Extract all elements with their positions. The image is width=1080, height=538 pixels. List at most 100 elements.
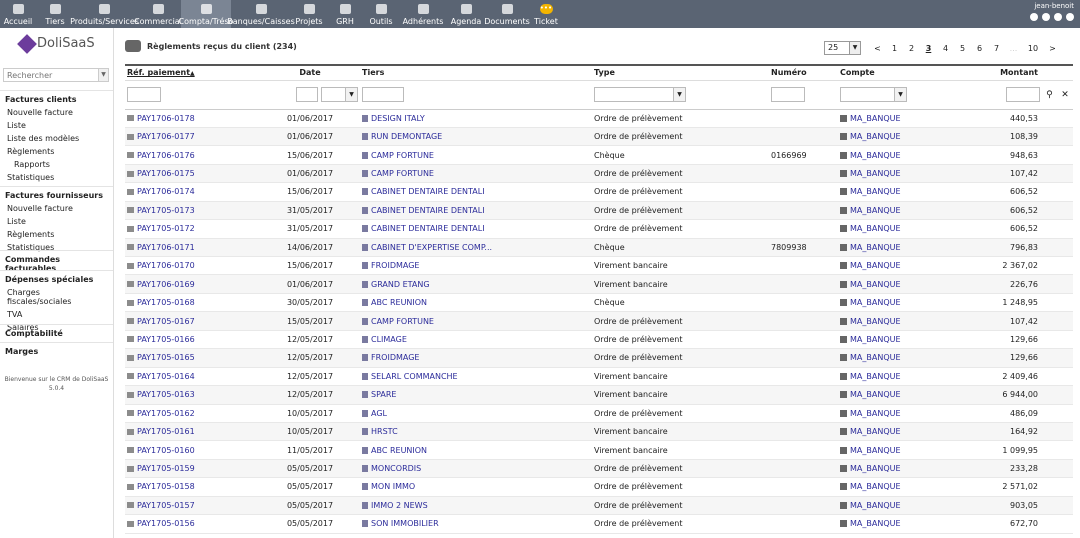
tiers-link[interactable]: SON IMMOBILIER: [362, 519, 439, 528]
tiers-link[interactable]: MONCORDIS: [362, 464, 421, 473]
username[interactable]: jean-benoit: [1030, 2, 1074, 10]
top-menu-accueil[interactable]: Accueil: [0, 0, 36, 28]
bank-account-link[interactable]: MA_BANQUE: [840, 114, 901, 123]
tiers-link[interactable]: DESIGN ITALY: [362, 114, 425, 123]
tiers-link[interactable]: RUN DEMONTAGE: [362, 132, 442, 141]
top-menu-adh-rents[interactable]: Adhérents: [399, 0, 447, 28]
tiers-link[interactable]: SPARE: [362, 390, 396, 399]
tiers-link[interactable]: CAMP FORTUNE: [362, 169, 434, 178]
bank-account-link[interactable]: MA_BANQUE: [840, 206, 901, 215]
bank-account-link[interactable]: MA_BANQUE: [840, 390, 901, 399]
payment-ref-link[interactable]: PAY1706-0170: [127, 261, 195, 270]
filter-montant-input[interactable]: [1005, 87, 1040, 102]
tiers-link[interactable]: FROIDMAGE: [362, 261, 419, 270]
menu-item[interactable]: Nouvelle facture: [0, 202, 113, 215]
bank-account-link[interactable]: MA_BANQUE: [840, 317, 901, 326]
column-header-ref[interactable]: Réf. paiement▲: [125, 64, 260, 81]
top-menu-ticket[interactable]: ••• Ticket: [529, 0, 563, 28]
payment-ref-link[interactable]: PAY1706-0175: [127, 169, 195, 178]
tiers-link[interactable]: CAMP FORTUNE: [362, 317, 434, 326]
page-link[interactable]: 5: [954, 44, 971, 53]
menu-item[interactable]: Liste: [0, 119, 113, 132]
top-menu-produits-services[interactable]: Produits/Services: [70, 0, 139, 28]
menu-header[interactable]: Dépenses spéciales: [0, 271, 113, 286]
tiers-link[interactable]: AGL: [362, 409, 387, 418]
payment-ref-link[interactable]: PAY1705-0168: [127, 298, 195, 307]
last-page-link[interactable]: 10: [1022, 44, 1044, 53]
menu-header[interactable]: Factures clients: [0, 91, 113, 106]
payment-ref-link[interactable]: PAY1706-0174: [127, 187, 195, 196]
print-icon[interactable]: [1042, 13, 1050, 21]
top-menu-tiers[interactable]: Tiers: [36, 0, 74, 28]
payment-ref-link[interactable]: PAY1705-0172: [127, 224, 195, 233]
bank-account-link[interactable]: MA_BANQUE: [840, 353, 901, 362]
app-logo[interactable]: DoliSaaS: [17, 33, 95, 54]
bank-account-link[interactable]: MA_BANQUE: [840, 464, 901, 473]
menu-item[interactable]: Nouvelle facture: [0, 106, 113, 119]
menu-item[interactable]: Liste: [0, 215, 113, 228]
column-header-montant[interactable]: Montant: [973, 64, 1073, 81]
bank-account-link[interactable]: MA_BANQUE: [840, 427, 901, 436]
bank-account-link[interactable]: MA_BANQUE: [840, 298, 901, 307]
column-header-date[interactable]: Date: [260, 64, 360, 81]
user-icon[interactable]: [1030, 13, 1038, 21]
payment-ref-link[interactable]: PAY1705-0160: [127, 446, 195, 455]
top-menu-commercial[interactable]: Commercial: [134, 0, 182, 28]
next-page-button[interactable]: >: [1044, 44, 1061, 53]
payment-ref-link[interactable]: PAY1705-0173: [127, 206, 195, 215]
tiers-link[interactable]: ABC REUNION: [362, 298, 427, 307]
per-page-select[interactable]: 25 ▼: [824, 41, 861, 55]
payment-ref-link[interactable]: PAY1705-0165: [127, 353, 195, 362]
payment-ref-link[interactable]: PAY1705-0164: [127, 372, 195, 381]
bank-account-link[interactable]: MA_BANQUE: [840, 280, 901, 289]
bank-account-link[interactable]: MA_BANQUE: [840, 224, 901, 233]
tiers-link[interactable]: SELARL COMMANCHE: [362, 372, 458, 381]
tiers-link[interactable]: ABC REUNION: [362, 446, 427, 455]
page-link[interactable]: 2: [903, 44, 920, 53]
top-menu-banques-caisses[interactable]: Banques/Caisses: [227, 0, 295, 28]
tiers-link[interactable]: CABINET DENTAIRE DENTALI: [362, 206, 485, 215]
filter-month-select[interactable]: ▼: [321, 87, 358, 102]
logout-icon[interactable]: [1066, 13, 1074, 21]
menu-item[interactable]: Statistiques: [0, 171, 113, 184]
search-input[interactable]: [4, 69, 98, 81]
payment-ref-link[interactable]: PAY1706-0171: [127, 243, 195, 252]
menu-item[interactable]: Règlements: [0, 145, 113, 158]
top-menu-grh[interactable]: GRH: [327, 0, 363, 28]
tiers-link[interactable]: CAMP FORTUNE: [362, 151, 434, 160]
chevron-down-icon[interactable]: ▼: [98, 69, 108, 81]
tiers-link[interactable]: CABINET D'EXPERTISE COMP...: [362, 243, 492, 252]
payment-ref-link[interactable]: PAY1706-0176: [127, 151, 195, 160]
top-menu-compta-tr-so[interactable]: Compta/Tréso: [179, 0, 233, 28]
menu-item[interactable]: Charges fiscales/sociales: [0, 286, 113, 308]
bank-account-link[interactable]: MA_BANQUE: [840, 409, 901, 418]
menu-header[interactable]: Comptabilité: [0, 325, 113, 340]
filter-numero-input[interactable]: [771, 87, 805, 102]
top-menu-documents[interactable]: Documents: [484, 0, 530, 28]
bank-account-link[interactable]: MA_BANQUE: [840, 261, 901, 270]
filter-tiers-input[interactable]: [362, 87, 404, 102]
bank-account-link[interactable]: MA_BANQUE: [840, 132, 901, 141]
filter-type-select[interactable]: ▼: [594, 87, 686, 102]
payment-ref-link[interactable]: PAY1705-0166: [127, 335, 195, 344]
bank-account-link[interactable]: MA_BANQUE: [840, 501, 901, 510]
tiers-link[interactable]: MON IMMO: [362, 482, 415, 491]
menu-header[interactable]: Marges: [0, 343, 113, 358]
tiers-link[interactable]: HRSTC: [362, 427, 398, 436]
menu-header[interactable]: Factures fournisseurs: [0, 187, 113, 202]
payment-ref-link[interactable]: PAY1706-0177: [127, 132, 195, 141]
page-link[interactable]: 4: [937, 44, 954, 53]
menu-item[interactable]: Rapports: [0, 158, 113, 171]
menu-item[interactable]: Règlements: [0, 228, 113, 241]
bank-account-link[interactable]: MA_BANQUE: [840, 482, 901, 491]
payment-ref-link[interactable]: PAY1705-0156: [127, 519, 195, 528]
help-icon[interactable]: [1054, 13, 1062, 21]
page-link[interactable]: 3: [920, 44, 937, 53]
top-menu-outils[interactable]: Outils: [363, 0, 399, 28]
payment-ref-link[interactable]: PAY1705-0162: [127, 409, 195, 418]
bank-account-link[interactable]: MA_BANQUE: [840, 243, 901, 252]
payment-ref-link[interactable]: PAY1705-0161: [127, 427, 195, 436]
top-menu-agenda[interactable]: Agenda: [447, 0, 485, 28]
page-link[interactable]: 1: [886, 44, 903, 53]
prev-page-button[interactable]: <: [869, 44, 886, 53]
